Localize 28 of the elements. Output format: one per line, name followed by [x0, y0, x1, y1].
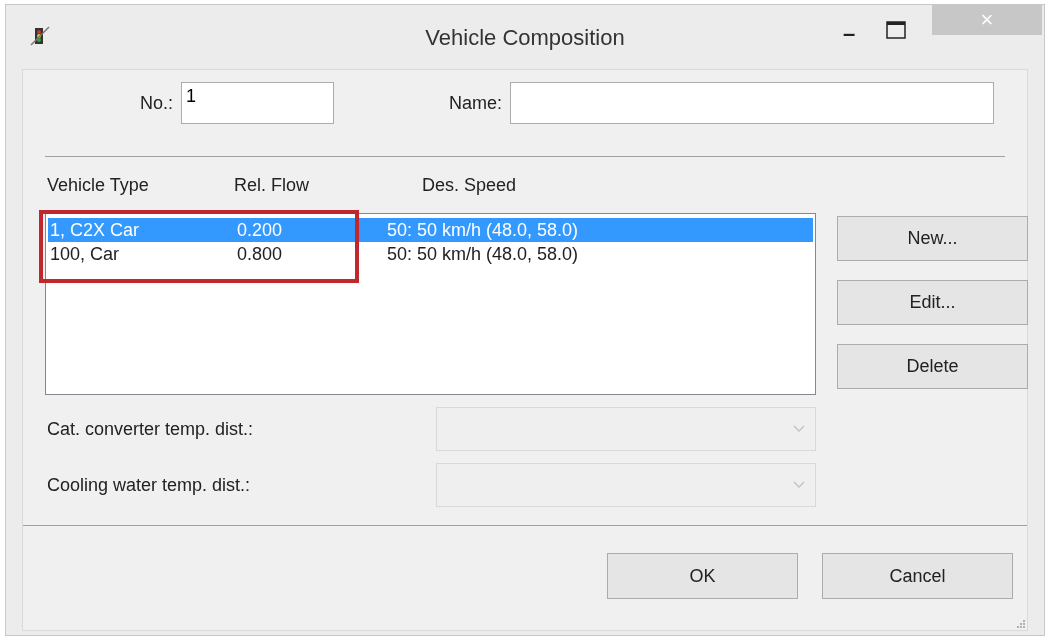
list-row[interactable]: 100, Car 0.800 50: 50 km/h (48.0, 58.0)	[48, 242, 813, 266]
column-header[interactable]: Vehicle Type	[47, 171, 234, 199]
window-title: Vehicle Composition	[425, 23, 625, 52]
list-cell-text: 0.200	[237, 218, 284, 242]
dialog-button[interactable]: Delete	[837, 344, 1028, 389]
column-header[interactable]: Des. Speed	[422, 171, 682, 199]
field-label: Cooling water temp. dist.:	[47, 473, 252, 497]
name-field[interactable]	[510, 82, 995, 124]
chevron-down-icon	[793, 481, 805, 489]
maximize-icon[interactable]	[886, 21, 906, 39]
field-label: No.:	[140, 91, 173, 115]
column-header[interactable]: Rel. Flow	[234, 171, 422, 199]
traffic-light-icon	[29, 25, 51, 47]
dialog-button[interactable]: OK	[607, 553, 798, 599]
field-label: Cat. converter temp. dist.:	[47, 417, 255, 441]
dialog-button[interactable]: Cancel	[822, 553, 1013, 599]
list-cell-text: 100, Car	[50, 242, 121, 266]
field-label: Name:	[449, 91, 503, 115]
number-field[interactable]: 1	[181, 82, 334, 124]
resize-grip-icon[interactable]	[1015, 618, 1025, 628]
list-cell-text: 50: 50 km/h (48.0, 58.0)	[387, 242, 580, 266]
dialog-button[interactable]: Edit...	[837, 280, 1028, 325]
list-cell-text: 1, C2X Car	[50, 218, 141, 242]
list-cell-text: 50: 50 km/h (48.0, 58.0)	[387, 218, 580, 242]
chevron-down-icon	[793, 425, 805, 433]
dialog-button[interactable]: New...	[837, 216, 1028, 261]
minimize-button[interactable]: –	[834, 19, 864, 49]
list-cell-text: 0.800	[237, 242, 284, 266]
